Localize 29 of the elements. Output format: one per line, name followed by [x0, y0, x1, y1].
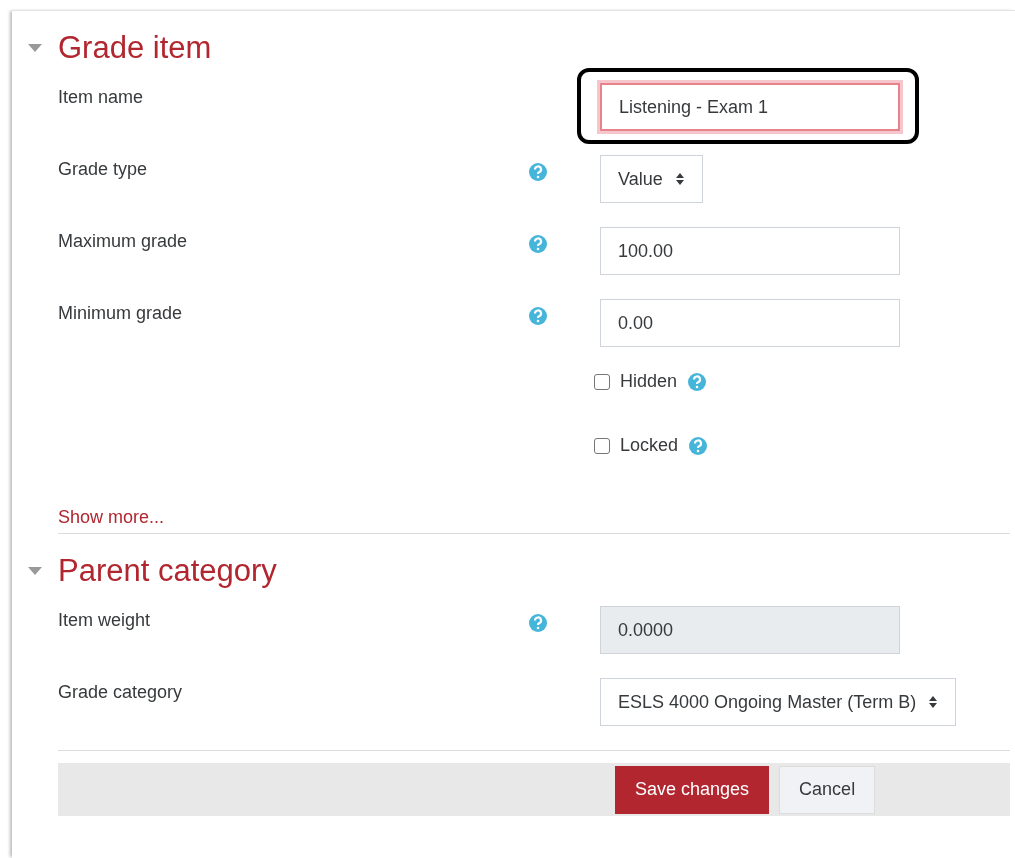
field-label: Minimum grade: [58, 302, 184, 324]
checkbox[interactable]: [594, 373, 610, 390]
select-field[interactable]: ESLS 4000 Ongoing Master (Term B): [600, 678, 957, 726]
field-label: Item name: [58, 86, 145, 108]
section-title: Grade item: [58, 30, 212, 66]
checkbox[interactable]: [594, 437, 610, 454]
field-label: Grade type: [58, 158, 149, 180]
text-field[interactable]: 100.00: [600, 227, 900, 275]
field-label: Maximum grade: [58, 230, 189, 252]
help-icon[interactable]: [528, 306, 548, 326]
cancel-button[interactable]: Cancel: [779, 765, 876, 814]
collapse-arrow-icon[interactable]: [28, 44, 42, 52]
sort-caret-icon: [928, 695, 939, 709]
text-field[interactable]: 0.00: [600, 299, 900, 347]
checkbox-label: Hidden: [620, 371, 678, 392]
show-more-link[interactable]: Show more...: [58, 507, 165, 528]
help-icon[interactable]: [687, 371, 708, 392]
collapse-arrow-icon[interactable]: [28, 567, 42, 575]
sort-caret-icon: [674, 172, 685, 186]
help-icon[interactable]: [528, 162, 548, 182]
help-icon[interactable]: [528, 234, 548, 254]
save-button[interactable]: Save changes: [615, 765, 770, 814]
section-title: Parent category: [58, 553, 277, 589]
field-label: Grade category: [58, 681, 184, 703]
help-icon[interactable]: [688, 435, 709, 456]
field-label: Item weight: [58, 609, 152, 631]
select-field[interactable]: Value: [600, 155, 703, 203]
text-field[interactable]: Listening - Exam 1: [600, 83, 900, 131]
checkbox-label: Locked: [620, 435, 679, 456]
